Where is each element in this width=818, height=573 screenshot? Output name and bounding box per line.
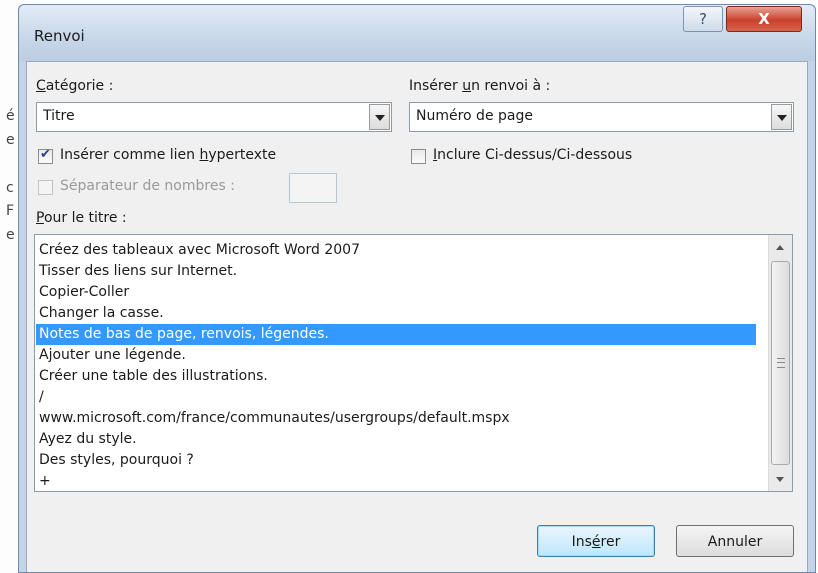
- close-icon: X: [758, 10, 770, 28]
- hyperlink-checkbox[interactable]: [38, 147, 53, 164]
- headings-listbox[interactable]: Créez des tableaux avec Microsoft Word 2…: [34, 234, 793, 492]
- separator-input[interactable]: [289, 173, 337, 203]
- list-item[interactable]: Créez des tableaux avec Microsoft Word 2…: [36, 240, 756, 261]
- scroll-up-icon[interactable]: [769, 235, 792, 259]
- title-bar[interactable]: Renvoi ? X: [19, 5, 815, 61]
- list-item[interactable]: +: [36, 471, 756, 491]
- list-item[interactable]: Ajouter une légende.: [36, 345, 756, 366]
- grip-icon: [777, 358, 785, 368]
- background-text-fragment: c: [6, 180, 14, 196]
- list-item[interactable]: Tisser des liens sur Internet.: [36, 261, 756, 282]
- background-text-fragment: e: [6, 227, 15, 243]
- background-text-fragment: F: [6, 203, 15, 219]
- background-text-fragment: e: [6, 132, 15, 148]
- list-item[interactable]: Créer une table des illustrations.: [36, 366, 756, 387]
- background-text-fragment: é: [6, 108, 15, 124]
- list-item[interactable]: /: [36, 387, 756, 408]
- cancel-button[interactable]: Annuler: [676, 525, 794, 557]
- hyperlink-checkbox-label: Insérer comme lien hypertexte: [60, 147, 277, 163]
- window-title: Renvoi: [34, 27, 85, 45]
- chevron-down-icon[interactable]: [771, 104, 792, 130]
- scrollbar-thumb[interactable]: [771, 261, 790, 465]
- insert-ref-select[interactable]: Numéro de page: [409, 102, 794, 132]
- list-item[interactable]: Copier-Coller: [36, 282, 756, 303]
- insert-ref-label: Insérer un renvoi à :: [409, 78, 551, 94]
- category-label: Catégorie :: [36, 78, 114, 94]
- list-item-selected[interactable]: Notes de bas de page, renvois, légendes.: [36, 324, 756, 345]
- insert-button[interactable]: Insérer: [537, 525, 655, 557]
- above-below-checkbox-label: Inclure Ci-dessus/Ci-dessous: [433, 147, 633, 163]
- chevron-down-icon[interactable]: [369, 104, 390, 130]
- for-title-label: Pour le titre :: [36, 210, 127, 226]
- vertical-scrollbar[interactable]: [768, 235, 792, 491]
- renvoi-dialog: Renvoi ? X Catégorie : Titre Insérer un …: [18, 4, 816, 573]
- help-icon: ?: [699, 10, 707, 28]
- above-below-checkbox[interactable]: [411, 149, 426, 164]
- list-item[interactable]: www.microsoft.com/france/communautes/use…: [36, 408, 756, 429]
- category-value: Titre: [43, 108, 75, 124]
- insert-ref-value: Numéro de page: [416, 108, 533, 124]
- separator-checkbox[interactable]: [38, 180, 53, 195]
- dialog-content: Catégorie : Titre Insérer un renvoi à : …: [26, 61, 808, 572]
- help-button[interactable]: ?: [683, 6, 723, 32]
- scroll-down-icon[interactable]: [769, 467, 792, 491]
- list-item[interactable]: Ayez du style.: [36, 429, 756, 450]
- category-select[interactable]: Titre: [36, 102, 392, 132]
- list-item[interactable]: Changer la casse.: [36, 303, 756, 324]
- separator-checkbox-label: Séparateur de nombres :: [60, 178, 235, 194]
- close-button[interactable]: X: [726, 6, 802, 32]
- list-item[interactable]: Des styles, pourquoi ?: [36, 450, 756, 471]
